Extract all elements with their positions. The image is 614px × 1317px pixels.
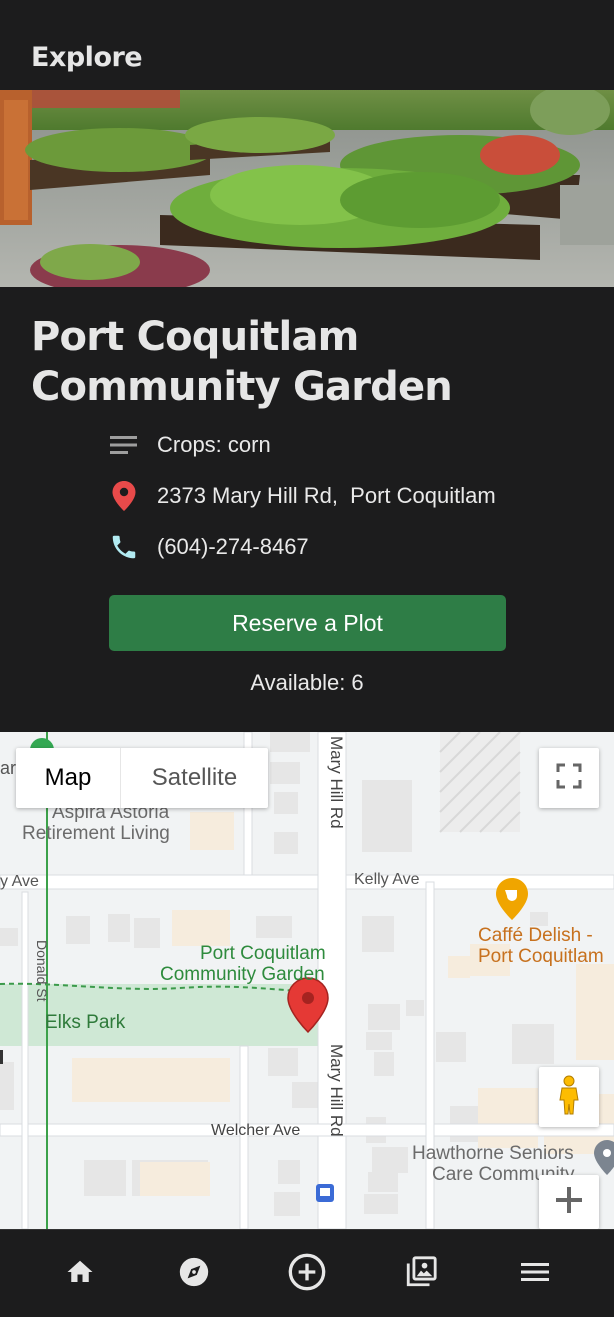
nav-gallery[interactable] xyxy=(401,1254,441,1294)
map-label-garden-line2: Community Garden xyxy=(160,964,325,985)
map-label-elks-park: Elks Park xyxy=(45,1012,126,1033)
add-circle-icon xyxy=(287,1252,327,1296)
map-label-retirement: Retirement Living xyxy=(22,823,170,844)
fullscreen-icon xyxy=(556,763,582,793)
street-view-button[interactable] xyxy=(539,1067,599,1127)
crops-text: Crops: corn xyxy=(157,432,271,457)
home-icon xyxy=(64,1257,96,1291)
phone-icon xyxy=(108,531,140,563)
page-title: Explore xyxy=(31,42,143,73)
address-row: 2373 Mary Hill Rd, Port Coquitlam xyxy=(108,478,496,514)
app-header: Explore xyxy=(0,0,614,90)
map-label-mary-hill-top: Mary Hill Rd xyxy=(327,736,346,829)
map-label-cafe-line1: Caffé Delish - xyxy=(478,925,593,946)
location-pin-icon xyxy=(108,480,140,512)
zoom-in-button[interactable] xyxy=(539,1175,599,1229)
map-label-donald: Donald St xyxy=(34,940,50,1002)
map-type-map-button[interactable]: Map xyxy=(16,748,120,808)
map-label-cafe-line2: Port Coquitlam xyxy=(478,946,604,967)
street-view-pegman-icon xyxy=(556,1075,582,1119)
map-label-mary-hill-bottom: Mary Hill Rd xyxy=(327,1044,346,1137)
phone-text[interactable]: (604)-274-8467 xyxy=(157,534,309,560)
map-label-garden-line1: Port Coquitlam xyxy=(200,943,326,964)
map-label-welcher: Welcher Ave xyxy=(211,1122,301,1139)
garden-photo xyxy=(0,90,614,287)
nav-explore[interactable] xyxy=(174,1254,214,1294)
nav-add[interactable] xyxy=(287,1252,327,1296)
nav-home[interactable] xyxy=(60,1254,100,1294)
nav-menu[interactable] xyxy=(515,1254,555,1294)
map-label-hawthorne-line1: Hawthorne Seniors xyxy=(412,1143,574,1164)
fullscreen-button[interactable] xyxy=(539,748,599,808)
garden-name: Port Coquitlam Community Garden xyxy=(31,314,453,410)
reserve-plot-button[interactable]: Reserve a Plot xyxy=(109,595,506,651)
map-view[interactable]: Aspira Astoria Retirement Living ar y Av… xyxy=(0,732,614,1229)
explore-compass-icon xyxy=(177,1255,211,1293)
map-type-satellite-button[interactable]: Satellite xyxy=(120,748,268,808)
gallery-icon xyxy=(404,1255,438,1293)
crops-row: Crops: corn xyxy=(108,427,271,463)
notes-icon xyxy=(108,429,140,461)
bottom-nav xyxy=(0,1229,614,1317)
map-type-control: Map Satellite xyxy=(16,748,268,808)
map-label-ar: ar xyxy=(0,758,17,778)
address-text: 2373 Mary Hill Rd, Port Coquitlam xyxy=(157,483,496,508)
plus-icon xyxy=(555,1186,583,1218)
map-label-kelly-right: Kelly Ave xyxy=(354,871,420,888)
phone-row: (604)-274-8467 xyxy=(108,529,309,565)
available-count: Available: 6 xyxy=(250,670,364,695)
map-label-kelly-left: y Ave xyxy=(0,873,39,890)
menu-icon xyxy=(520,1260,550,1288)
